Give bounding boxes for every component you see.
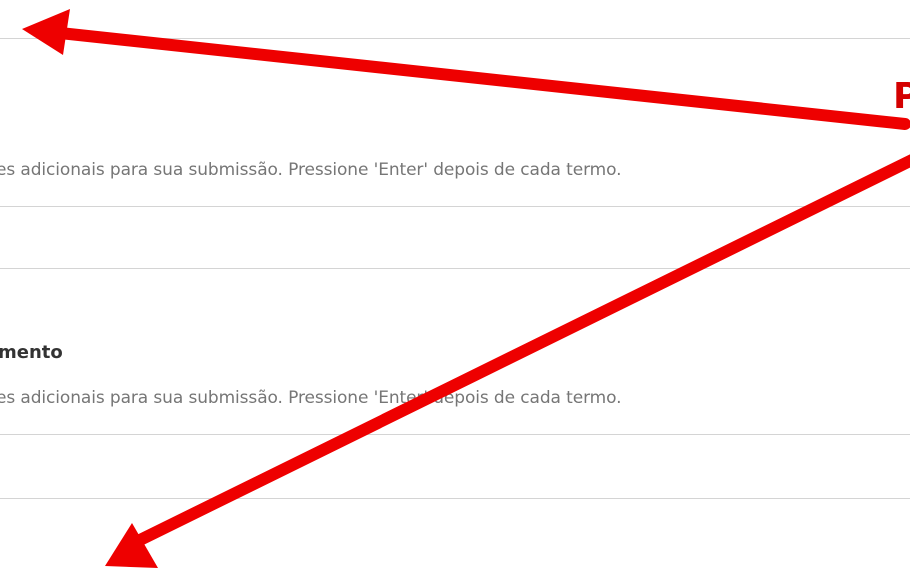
annotation-overlay <box>22 9 910 568</box>
input-underline-top[interactable] <box>0 38 910 39</box>
field-hint: es adicionais para sua submissão. Pressi… <box>0 160 622 180</box>
input-underline[interactable] <box>0 206 910 207</box>
arrow-to-top-field <box>22 9 910 130</box>
arrow-to-bottom-field <box>105 154 910 568</box>
section-divider <box>0 268 910 269</box>
input-underline[interactable] <box>0 434 910 435</box>
field-label: mento <box>0 342 63 363</box>
form-section: es adicionais para sua submissão. Pressi… <box>0 0 910 571</box>
field-hint: es adicionais para sua submissão. Pressi… <box>0 388 622 408</box>
section-divider <box>0 498 910 499</box>
annotation-letter: P <box>893 76 910 117</box>
